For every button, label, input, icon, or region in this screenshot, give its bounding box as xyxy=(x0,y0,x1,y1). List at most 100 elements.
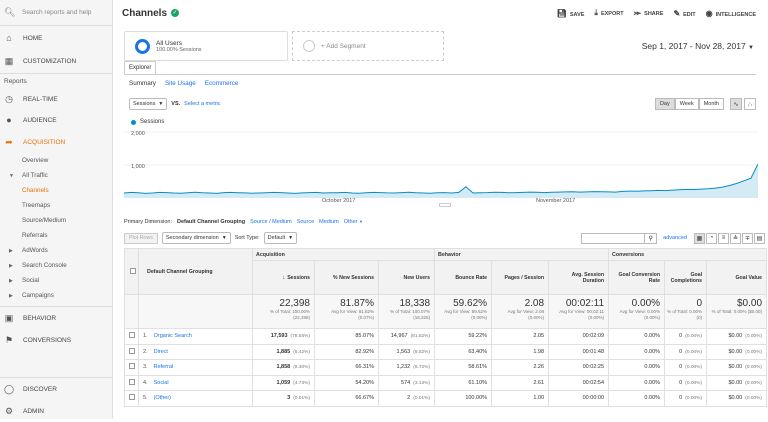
nav-audience[interactable]: ● AUDIENCE xyxy=(0,109,112,131)
main-content: Channels ✓ 💾︎ SAVE ⤓ EXPORT ⪼ SHARE ✎ EDIT ◉… xyxy=(114,0,768,419)
row-checkbox-cell xyxy=(124,343,139,360)
select-all-checkbox[interactable] xyxy=(130,267,136,274)
col-bounce-rate[interactable]: Bounce Rate xyxy=(434,260,493,295)
nav-adwords[interactable]: ▶ AdWords xyxy=(0,243,112,258)
subtab-ecommerce[interactable]: Ecommerce xyxy=(205,80,239,87)
cell-pct: (0.01%) xyxy=(293,396,310,402)
term-cloud-icon[interactable]: ∓ xyxy=(742,232,753,244)
cell-pages: 1.98 xyxy=(491,343,550,360)
edit-button[interactable]: ✎ EDIT xyxy=(673,9,695,18)
cell-completions: 0 (0.00%) xyxy=(664,359,708,376)
subtab-site-usage[interactable]: Site Usage xyxy=(165,80,196,87)
nav-social[interactable]: ▶ Social xyxy=(0,273,112,288)
row-channel-link[interactable]: Social xyxy=(154,380,169,386)
col-goal-completions[interactable]: Goal Completions xyxy=(664,260,708,295)
advanced-filter-link[interactable]: advanced xyxy=(663,235,687,241)
select-metric-link[interactable]: Select a metric xyxy=(184,101,220,107)
cell-pct: (0.00%) xyxy=(745,380,763,386)
period-month-button[interactable]: Month xyxy=(698,98,724,110)
nav-customization[interactable]: ▦ CUSTOMIZATION xyxy=(0,50,112,73)
col-sessions-label: Sessions xyxy=(287,274,310,281)
col-pages-session-label: Pages / Session xyxy=(504,274,545,281)
legend-sessions: Sessions xyxy=(140,119,165,125)
y-tick-label: 1,000 xyxy=(131,164,145,170)
row-channel-link[interactable]: (Other) xyxy=(154,395,171,401)
cell-new-users: 14,967 (81.62%) xyxy=(377,328,436,345)
share-button[interactable]: ⪼ SHARE xyxy=(634,8,664,18)
row-checkbox[interactable] xyxy=(128,363,135,370)
save-button[interactable]: 💾︎ SAVE xyxy=(557,9,585,18)
dimension-source[interactable]: Source xyxy=(297,219,314,225)
chevron-down-icon: ▼ xyxy=(359,219,363,224)
nav-home[interactable]: ⌂ HOME xyxy=(0,26,112,50)
row-checkbox[interactable] xyxy=(128,332,135,339)
metric-select[interactable]: Sessions ▼ xyxy=(129,98,168,110)
row-checkbox[interactable] xyxy=(128,347,135,354)
motion-chart-icon[interactable]: ∴ xyxy=(744,98,756,110)
chevron-down-icon: ▼ xyxy=(221,235,227,241)
nav-behavior[interactable]: ▣ BEHAVIOR xyxy=(0,307,112,329)
table-view-icon[interactable]: ▦ xyxy=(694,232,705,244)
col-new-users[interactable]: New Users xyxy=(377,260,436,295)
pivot-view-icon[interactable]: ▤ xyxy=(754,232,765,244)
row-channel-link[interactable]: Referral xyxy=(154,364,174,370)
comparison-view-icon[interactable]: ≜ xyxy=(730,232,741,244)
nav-realtime[interactable]: ◷ REAL-TIME xyxy=(0,89,112,109)
cell-value: 0 xyxy=(679,333,683,340)
segment-row: All Users 100.00% Sessions + Add Segment… xyxy=(114,26,768,66)
nav-discover[interactable]: ◯ DISCOVER xyxy=(0,378,112,400)
date-range-picker[interactable]: Sep 1, 2017 - Nov 28, 2017 ▼ xyxy=(642,41,768,51)
series-dot xyxy=(131,119,136,125)
nav-acquisition[interactable]: ➦ ACQUISITION xyxy=(0,131,112,153)
dimension-medium[interactable]: Medium xyxy=(319,219,339,225)
dimension-source-medium[interactable]: Source / Medium xyxy=(250,219,292,225)
row-channel-link[interactable]: Direct xyxy=(154,349,168,355)
col-goal-conv-rate[interactable]: Goal Conversion Rate xyxy=(608,260,666,295)
col-goal-value[interactable]: Goal Value xyxy=(706,260,768,295)
col-avg-duration[interactable]: Avg. Session Duration xyxy=(548,260,610,295)
intelligence-button[interactable]: ◉ INTELLIGENCE xyxy=(706,9,756,18)
nav-search-console[interactable]: ▶ Search Console xyxy=(0,258,112,273)
secondary-dimension-select[interactable]: Secondary dimension ▼ xyxy=(161,232,231,244)
cell-value: 1,858 xyxy=(276,364,291,371)
sort-type-select[interactable]: Default ▼ xyxy=(263,232,298,244)
dimension-active[interactable]: Default Channel Grouping xyxy=(177,219,245,225)
nav-treemaps[interactable]: Treemaps xyxy=(0,198,112,213)
nav-overview[interactable]: Overview xyxy=(0,153,112,168)
add-segment-button[interactable]: + Add Segment xyxy=(292,31,444,61)
period-day-button[interactable]: Day xyxy=(654,98,675,110)
nav-channels[interactable]: Channels xyxy=(0,183,112,198)
col-new-sessions[interactable]: % New Sessions xyxy=(314,260,379,295)
cell-pages: 2.26 xyxy=(491,359,550,376)
nav-referrals[interactable]: Referrals xyxy=(0,228,112,243)
line-chart-icon[interactable]: ∿ xyxy=(730,98,742,110)
cell-pct: (81.62%) xyxy=(410,334,431,340)
tab-explorer[interactable]: Explorer xyxy=(124,61,157,74)
nav-campaigns[interactable]: ▶ Campaigns xyxy=(0,288,112,303)
plot-rows-button[interactable]: Plot Rows xyxy=(124,232,158,244)
search-bar[interactable]: 🔍︎ Search reports and help xyxy=(0,0,112,26)
subtab-summary[interactable]: Summary xyxy=(129,80,156,87)
dimension-other[interactable]: Other ▼ xyxy=(344,219,363,225)
nav-source-medium[interactable]: Source/Medium xyxy=(0,213,112,228)
nav-conversions[interactable]: ⚑ CONVERSIONS xyxy=(0,329,112,351)
chart-resize-handle[interactable] xyxy=(439,203,451,207)
col-pages-session[interactable]: Pages / Session xyxy=(491,260,550,295)
col-sessions[interactable]: ↓ Sessions xyxy=(252,260,315,295)
row-checkbox[interactable] xyxy=(128,378,135,385)
nav-all-traffic[interactable]: ▼ All Traffic xyxy=(0,168,112,183)
segment-all-users[interactable]: All Users 100.00% Sessions xyxy=(124,31,288,61)
reports-section-label: Reports xyxy=(4,78,27,85)
performance-view-icon[interactable]: ≡ xyxy=(718,232,729,244)
period-week-button[interactable]: Week xyxy=(674,98,699,110)
pie-view-icon[interactable]: ◔ xyxy=(706,232,717,244)
row-checkbox[interactable] xyxy=(128,394,135,401)
filter-input[interactable] xyxy=(581,232,646,244)
export-button[interactable]: ⤓ EXPORT xyxy=(594,8,623,18)
row-channel-link[interactable]: Organic Search xyxy=(154,333,192,339)
cell-pct: (8.30%) xyxy=(293,365,310,371)
share-label: SHARE xyxy=(644,11,664,17)
nav-channels-label: Channels xyxy=(22,187,49,194)
search-icon[interactable]: ⚲ xyxy=(645,232,658,244)
cell-sessions: 17,593 (78.55%) xyxy=(252,328,315,345)
